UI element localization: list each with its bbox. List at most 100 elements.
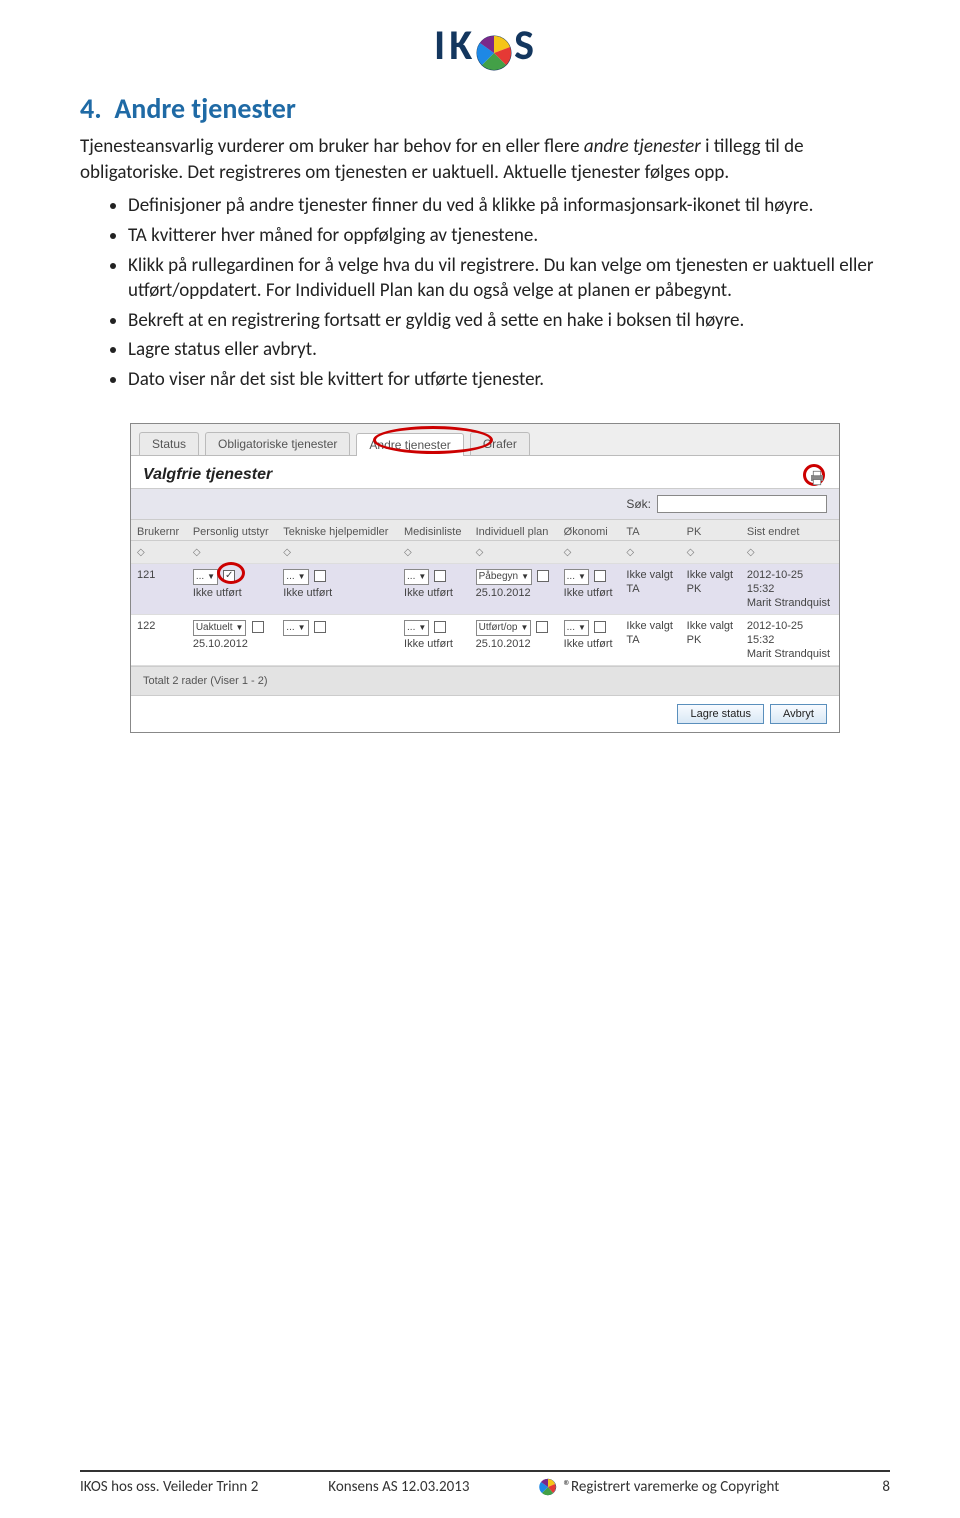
checkbox[interactable]: [434, 621, 446, 633]
col-ta[interactable]: TA: [620, 520, 680, 541]
search-bar: Søk:: [131, 488, 839, 520]
cell-modified-user: Marit Strandquist: [747, 648, 833, 660]
dropdown-medisin[interactable]: ...▼: [404, 569, 429, 585]
sort-icon[interactable]: ◇: [193, 547, 201, 558]
dropdown-personlig[interactable]: ...▼: [193, 569, 218, 585]
footer-left: IKOS hos oss. Veileder Trinn 2: [80, 1478, 258, 1496]
cell-pk-sub: PK: [687, 583, 735, 595]
cell-pk: Ikke valgt: [687, 569, 733, 581]
col-personlig-utstyr[interactable]: Personlig utstyr: [187, 520, 277, 541]
checkbox[interactable]: [594, 570, 606, 582]
sort-icon[interactable]: ◇: [137, 547, 145, 558]
cell-status: Ikke utført: [404, 638, 464, 650]
cell-id: 122: [131, 614, 187, 665]
col-sist-endret[interactable]: Sist endret: [741, 520, 839, 541]
checkbox[interactable]: [252, 621, 264, 633]
tab-obligatoriske[interactable]: Obligatoriske tjenester: [205, 432, 350, 455]
cell-status: Ikke utført: [193, 587, 271, 599]
button-row: Lagre status Avbryt: [131, 695, 839, 732]
tab-andre-tjenester[interactable]: Andre tjenester: [356, 433, 463, 456]
checkbox[interactable]: [314, 621, 326, 633]
bullet-item: Definisjoner på andre tjenester finner d…: [128, 193, 890, 219]
sort-icon[interactable]: ◇: [404, 547, 412, 558]
cell-modified-date: 2012-10-25: [747, 620, 803, 632]
header-logo: I K S: [80, 20, 890, 71]
logo-letter: I: [434, 20, 447, 71]
cell-date: 25.10.2012: [193, 638, 271, 650]
cell-id: 121: [131, 563, 187, 614]
logo-letter: K: [449, 20, 474, 71]
col-individuell-plan[interactable]: Individuell plan: [470, 520, 558, 541]
cell-modified-user: Marit Strandquist: [747, 597, 833, 609]
cell-pk: Ikke valgt: [687, 620, 733, 632]
sort-icon[interactable]: ◇: [283, 547, 291, 558]
checkbox[interactable]: ✓: [223, 570, 235, 582]
cell-status: Ikke utført: [564, 587, 615, 599]
col-pk[interactable]: PK: [681, 520, 741, 541]
col-tekniske[interactable]: Tekniske hjelpemidler: [277, 520, 398, 541]
data-table: Brukernr Personlig utstyr Tekniske hjelp…: [131, 520, 839, 666]
logo-letter: S: [514, 20, 536, 71]
section-heading: 4. Andre tjenester: [80, 91, 890, 126]
cell-modified-date: 2012-10-25: [747, 569, 803, 581]
panel-title: Valgfrie tjenester: [131, 456, 839, 488]
dropdown-medisin[interactable]: ...▼: [404, 620, 429, 636]
intro-paragraph: Tjenesteansvarlig vurderer om bruker har…: [80, 134, 890, 185]
sort-icon[interactable]: ◇: [747, 547, 755, 558]
dropdown-ip[interactable]: Påbegyn▼: [476, 569, 532, 585]
bullet-item: Bekreft at en registrering fortsatt er g…: [128, 308, 890, 334]
sort-icon[interactable]: ◇: [687, 547, 695, 558]
table-row: 122 Uaktuelt▼ 25.10.2012 ...▼ ...▼ Ikke …: [131, 614, 839, 665]
cell-ta-sub: TA: [626, 634, 674, 646]
bullet-item: Klikk på rullegardinen for å velge hva d…: [128, 253, 890, 304]
footer-right: ®Registrert varemerke og Copyright: [563, 1478, 779, 1496]
sort-icon[interactable]: ◇: [564, 547, 572, 558]
app-screenshot: Status Obligatoriske tjenester Andre tje…: [130, 423, 840, 733]
dropdown-tekniske[interactable]: ...▼: [283, 620, 308, 636]
save-button[interactable]: Lagre status: [677, 704, 764, 724]
col-medisinliste[interactable]: Medisinliste: [398, 520, 470, 541]
dropdown-ip[interactable]: Utført/op▼: [476, 620, 532, 636]
dropdown-personlig[interactable]: Uaktuelt▼: [193, 620, 247, 636]
print-icon[interactable]: [803, 464, 825, 486]
page-footer: IKOS hos oss. Veileder Trinn 2 Konsens A…: [80, 1470, 890, 1496]
cell-pk-sub: PK: [687, 634, 735, 646]
tab-grafer[interactable]: Grafer: [470, 432, 530, 455]
instruction-list: Definisjoner på andre tjenester finner d…: [80, 193, 890, 392]
cell-modified-time: 15:32: [747, 634, 833, 646]
pie-icon: [539, 1478, 557, 1496]
tab-bar: Status Obligatoriske tjenester Andre tje…: [131, 424, 839, 456]
table-row: 121 ...▼ ✓ Ikke utført ...▼ Ikke utført …: [131, 563, 839, 614]
sort-icon[interactable]: ◇: [626, 547, 634, 558]
table-summary: Totalt 2 rader (Viser 1 - 2): [131, 666, 839, 695]
search-input[interactable]: [657, 495, 827, 513]
footer-center: Konsens AS 12.03.2013: [328, 1478, 469, 1496]
col-okonomi[interactable]: Økonomi: [558, 520, 621, 541]
cell-status: Ikke utført: [404, 587, 464, 599]
dropdown-okonomi[interactable]: ...▼: [564, 569, 589, 585]
page-number: 8: [882, 1478, 890, 1496]
col-brukernr[interactable]: Brukernr: [131, 520, 187, 541]
cell-modified-time: 15:32: [747, 583, 833, 595]
cell-ta: Ikke valgt: [626, 620, 672, 632]
checkbox[interactable]: [536, 621, 548, 633]
tab-status[interactable]: Status: [139, 432, 199, 455]
checkbox[interactable]: [537, 570, 549, 582]
bullet-item: Dato viser når det sist ble kvittert for…: [128, 367, 890, 393]
cell-ta: Ikke valgt: [626, 569, 672, 581]
dropdown-tekniske[interactable]: ...▼: [283, 569, 308, 585]
cell-date: 25.10.2012: [476, 638, 552, 650]
search-label: Søk:: [626, 497, 651, 511]
cell-status: Ikke utført: [283, 587, 392, 599]
dropdown-okonomi[interactable]: ...▼: [564, 620, 589, 636]
bullet-item: TA kvitterer hver måned for oppfølging a…: [128, 223, 890, 249]
cancel-button[interactable]: Avbryt: [770, 704, 827, 724]
bullet-item: Lagre status eller avbryt.: [128, 337, 890, 363]
pie-icon: [476, 32, 512, 68]
checkbox[interactable]: [594, 621, 606, 633]
checkbox[interactable]: [434, 570, 446, 582]
checkbox[interactable]: [314, 570, 326, 582]
sort-icon[interactable]: ◇: [476, 547, 484, 558]
cell-status: Ikke utført: [564, 638, 615, 650]
cell-date: 25.10.2012: [476, 587, 552, 599]
